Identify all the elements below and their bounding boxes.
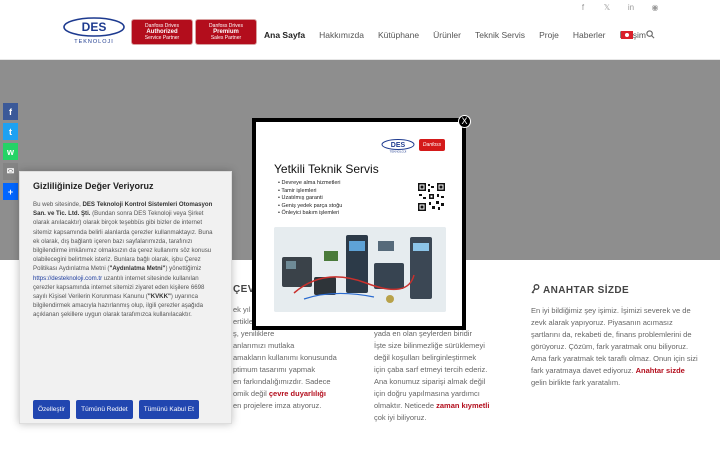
close-popup-button[interactable]: X bbox=[458, 115, 471, 128]
cookie-title: Gizliliğinize Değer Veriyoruz bbox=[33, 181, 154, 191]
nav-haberler[interactable]: Haberler bbox=[573, 30, 606, 40]
svg-text:TEKNOLOJI: TEKNOLOJI bbox=[390, 150, 407, 154]
site-link[interactable]: https://desteknoloji.com.tr bbox=[33, 275, 102, 282]
nav-teknik-servis[interactable]: Teknik Servis bbox=[475, 30, 525, 40]
column-line: Ana konumuz siparişi almak değil bbox=[374, 377, 486, 386]
column-paragraph: En iyi bildiğimiz şey işimiz. İşimizi se… bbox=[531, 306, 698, 387]
popup-title: Yetkili Teknik Servis bbox=[274, 162, 379, 176]
social-links: f 𝕏 in ◉ bbox=[578, 3, 660, 12]
list-item: Uzatılmış garanti bbox=[278, 195, 342, 203]
danfoss-logo: Danfoss bbox=[419, 139, 445, 151]
share-bar: f t w ✉ + bbox=[3, 103, 18, 200]
cookie-consent-dialog: Gizliliğinize Değer Veriyoruz Bu web sit… bbox=[19, 171, 232, 424]
des-teknoloji-logo[interactable]: DES TEKNOLOJI bbox=[63, 17, 125, 45]
badge-line: Sales Partner bbox=[210, 35, 242, 41]
highlight-text: zaman kıymetli bbox=[436, 401, 490, 410]
des-logo-small: DES TEKNOLOJI bbox=[381, 139, 415, 153]
svg-text:TEKNOLOJI: TEKNOLOJI bbox=[74, 39, 114, 45]
search-icon[interactable] bbox=[646, 30, 655, 39]
column-line: anlarımızı mutlaka bbox=[233, 341, 295, 350]
main-nav: Ana Sayfa Hakkımızda Kütüphane Ürünler T… bbox=[264, 30, 660, 40]
service-list: Devreye alma hizmetleri Tamir işlemleri … bbox=[278, 180, 342, 218]
highlight-text: Anahtar sizde bbox=[635, 366, 685, 375]
linkedin-icon[interactable]: in bbox=[626, 3, 636, 12]
cookie-buttons: Özelleştir Tümünü Reddet Tümünü Kabul Et bbox=[33, 400, 199, 419]
reject-all-button[interactable]: Tümünü Reddet bbox=[76, 400, 133, 419]
nav-hakkimizda[interactable]: Hakkımızda bbox=[319, 30, 364, 40]
email-share-icon[interactable]: ✉ bbox=[3, 163, 18, 180]
twitter-share-icon[interactable]: t bbox=[3, 123, 18, 140]
column-line: İşte size bilinmezliğe sürüklemeyi bbox=[374, 341, 485, 350]
column-title: ANAHTAR SİZDE bbox=[531, 284, 701, 297]
service-popup: DES TEKNOLOJI Danfoss Yetkili Teknik Ser… bbox=[252, 118, 466, 330]
nav-kutuphane[interactable]: Kütüphane bbox=[378, 30, 419, 40]
whatsapp-share-icon[interactable]: w bbox=[3, 143, 18, 160]
facebook-share-icon[interactable]: f bbox=[3, 103, 18, 120]
column-line: için doğru yapılmasına yardımcı bbox=[374, 389, 480, 398]
premium-sales-badge[interactable]: Danfoss Drives Premium Sales Partner bbox=[195, 19, 257, 45]
svg-text:DES: DES bbox=[391, 142, 406, 149]
more-share-icon[interactable]: + bbox=[3, 183, 18, 200]
list-item: Önleyici bakım işlemleri bbox=[278, 210, 342, 218]
rss-icon[interactable]: ◉ bbox=[650, 3, 660, 12]
column-line: en farkındalığımızdır. Sadece bbox=[233, 377, 331, 386]
accept-all-button[interactable]: Tümünü Kabul Et bbox=[138, 400, 199, 419]
nav-urunler[interactable]: Ürünler bbox=[433, 30, 461, 40]
column-line: omik değil çevre duyarlılığı bbox=[233, 389, 326, 398]
qr-code-icon[interactable] bbox=[417, 182, 446, 212]
customize-button[interactable]: Özelleştir bbox=[33, 400, 71, 419]
list-item: Tamir işlemleri bbox=[278, 188, 342, 196]
authorized-service-badge[interactable]: Danfoss Drives Authorized Service Partne… bbox=[131, 19, 193, 45]
turkish-flag-icon[interactable] bbox=[621, 31, 633, 39]
nav-ana-sayfa[interactable]: Ana Sayfa bbox=[264, 30, 305, 40]
nav-proje[interactable]: Proje bbox=[539, 30, 559, 40]
x-twitter-icon[interactable]: 𝕏 bbox=[602, 3, 612, 12]
svg-text:DES: DES bbox=[82, 20, 107, 34]
site-header: f 𝕏 in ◉ DES TEKNOLOJI Danfoss Drives Au… bbox=[0, 0, 720, 60]
list-item: Geniş yedek parça stoğu bbox=[278, 203, 342, 211]
drive-repair-photo bbox=[274, 227, 446, 312]
cookie-text: Bu web sitesinde, DES Teknoloji Kontrol … bbox=[33, 201, 213, 319]
column-line: değil koşulları belirginleştirmek bbox=[374, 353, 477, 362]
column-anahtar-sizde: ANAHTAR SİZDE En iyi bildiğimiz şey işim… bbox=[531, 284, 701, 389]
column-line: en projelere imza atıyoruz. bbox=[233, 401, 322, 410]
facebook-icon[interactable]: f bbox=[578, 3, 588, 12]
column-line: için çaba sarf etmeyi tercih ederiz. bbox=[374, 365, 488, 374]
badge-line: Service Partner bbox=[144, 35, 180, 41]
popup-logos: DES TEKNOLOJI Danfoss bbox=[381, 139, 445, 153]
list-item: Devreye alma hizmetleri bbox=[278, 180, 342, 188]
column-line: çok iyi biliyoruz. bbox=[374, 413, 427, 422]
column-line: olmaktır. Neticede zaman kıymetli bbox=[374, 401, 490, 410]
key-icon bbox=[531, 284, 540, 294]
column-line: amakların kullanımı konusunda bbox=[233, 353, 337, 362]
column-line: ptimum tasarımı yapmak bbox=[233, 365, 316, 374]
highlight-text: çevre duyarlılığı bbox=[268, 389, 326, 398]
